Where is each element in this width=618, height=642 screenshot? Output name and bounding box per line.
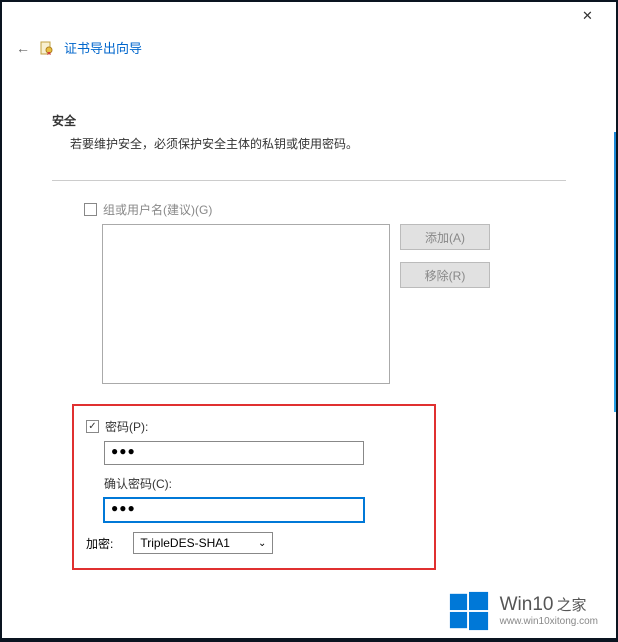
- right-accent-bar: [614, 132, 616, 412]
- group-body: 添加(A) 移除(R): [52, 224, 566, 384]
- password-checkbox-row: 密码(P):: [86, 418, 424, 435]
- wizard-title: 证书导出向导: [64, 38, 142, 57]
- watermark-brand: Win10: [500, 594, 554, 616]
- group-buttons: 添加(A) 移除(R): [400, 224, 490, 288]
- encryption-value: TripleDES-SHA1: [140, 536, 230, 550]
- encryption-row: 加密: TripleDES-SHA1 ⌄: [86, 532, 424, 554]
- titlebar: ✕: [2, 2, 616, 32]
- encryption-select[interactable]: TripleDES-SHA1 ⌄: [133, 532, 273, 554]
- password-input[interactable]: ●●●: [104, 441, 364, 465]
- confirm-password-input[interactable]: ●●●: [104, 498, 364, 522]
- password-label: 密码(P):: [105, 418, 148, 435]
- group-listbox[interactable]: [102, 224, 390, 384]
- remove-button[interactable]: 移除(R): [400, 262, 490, 288]
- windows-logo-icon: [448, 590, 490, 632]
- content-area: 安全 若要维护安全，必须保护安全主体的私钥或使用密码。 组或用户名(建议)(G)…: [2, 57, 616, 570]
- watermark-text: Win10 之家 www.win10xitong.com: [500, 594, 598, 627]
- security-heading: 安全: [52, 112, 566, 129]
- divider: [52, 180, 566, 181]
- watermark-url: www.win10xitong.com: [500, 616, 598, 628]
- wizard-window: ✕ ← 证书导出向导 安全 若要维护安全，必须保护安全主体的私钥或使用密码。 组…: [2, 2, 616, 638]
- watermark: Win10 之家 www.win10xitong.com: [448, 590, 598, 632]
- certificate-icon: [39, 40, 55, 56]
- back-arrow-icon[interactable]: ←: [16, 40, 30, 56]
- group-label: 组或用户名(建议)(G): [103, 201, 212, 218]
- encryption-label: 加密:: [86, 535, 113, 552]
- wizard-header: ← 证书导出向导: [2, 32, 616, 57]
- group-checkbox[interactable]: [84, 203, 97, 216]
- password-section-highlight: 密码(P): ●●● 确认密码(C): ●●● 加密: TripleDES-SH…: [72, 404, 436, 570]
- security-description: 若要维护安全，必须保护安全主体的私钥或使用密码。: [52, 135, 566, 152]
- close-icon[interactable]: ✕: [582, 9, 598, 25]
- watermark-suffix: 之家: [556, 597, 586, 614]
- chevron-down-icon: ⌄: [258, 538, 266, 549]
- group-checkbox-row: 组或用户名(建议)(G): [52, 201, 566, 218]
- password-checkbox[interactable]: [86, 420, 99, 433]
- confirm-password-label: 确认密码(C):: [104, 475, 424, 492]
- add-button[interactable]: 添加(A): [400, 224, 490, 250]
